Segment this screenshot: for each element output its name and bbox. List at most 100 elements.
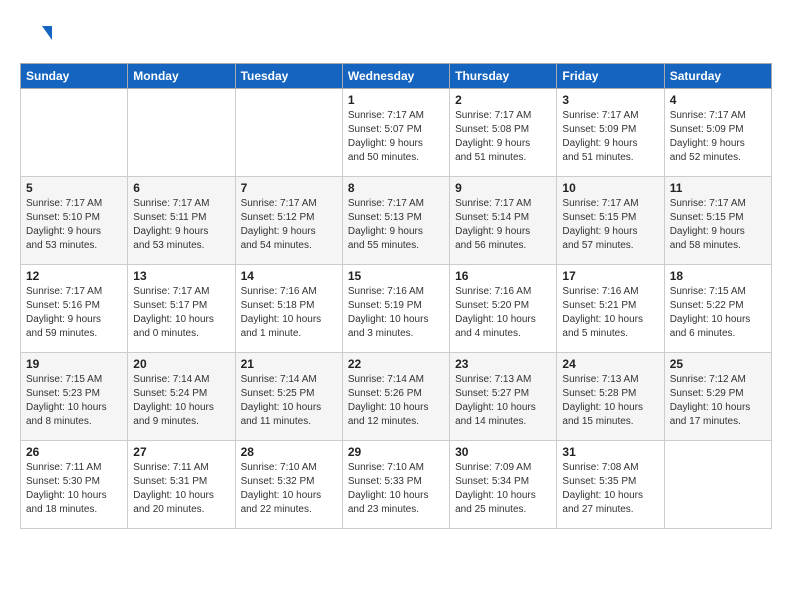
logo-icon xyxy=(20,20,52,57)
day-info: Sunrise: 7:17 AM Sunset: 5:09 PM Dayligh… xyxy=(670,109,766,165)
day-number: 17 xyxy=(562,269,658,283)
day-number: 19 xyxy=(26,357,122,371)
day-number: 28 xyxy=(241,445,337,459)
day-info: Sunrise: 7:16 AM Sunset: 5:18 PM Dayligh… xyxy=(241,285,337,341)
calendar-cell: 31 Sunrise: 7:08 AM Sunset: 5:35 PM Dayli… xyxy=(557,441,664,529)
calendar-cell: 7 Sunrise: 7:17 AM Sunset: 5:12 PM Daylig… xyxy=(235,177,342,265)
weekday-header-thursday: Thursday xyxy=(450,64,557,89)
day-number: 14 xyxy=(241,269,337,283)
day-info: Sunrise: 7:17 AM Sunset: 5:12 PM Dayligh… xyxy=(241,197,337,253)
calendar-cell xyxy=(21,89,128,177)
calendar-cell: 15Sunrise: 7:16 AM Sunset: 5:19 PM Dayli… xyxy=(342,265,449,353)
calendar-cell: 5Sunrise: 7:17 AM Sunset: 5:10 PM Daylig… xyxy=(21,177,128,265)
calendar-cell: 18 Sunrise: 7:15 AM Sunset: 5:22 PM Dayli… xyxy=(664,265,771,353)
day-info: Sunrise: 7:14 AM Sunset: 5:24 PM Dayligh… xyxy=(133,373,229,429)
calendar-cell: 29 Sunrise: 7:10 AM Sunset: 5:33 PM Dayli… xyxy=(342,441,449,529)
day-info: Sunrise: 7:14 AM Sunset: 5:25 PM Dayligh… xyxy=(241,373,337,429)
day-number: 21 xyxy=(241,357,337,371)
calendar-week-5: 26 Sunrise: 7:11 AM Sunset: 5:30 PM Dayli… xyxy=(21,441,772,529)
calendar-cell: 6 Sunrise: 7:17 AM Sunset: 5:11 PM Daylig… xyxy=(128,177,235,265)
day-info: Sunrise: 7:17 AM Sunset: 5:08 PM Dayligh… xyxy=(455,109,551,165)
day-info: Sunrise: 7:17 AM Sunset: 5:17 PM Dayligh… xyxy=(133,285,229,341)
calendar-cell: 4 Sunrise: 7:17 AM Sunset: 5:09 PM Daylig… xyxy=(664,89,771,177)
day-number: 31 xyxy=(562,445,658,459)
day-number: 8 xyxy=(348,181,444,195)
calendar-cell: 10 Sunrise: 7:17 AM Sunset: 5:15 PM Dayli… xyxy=(557,177,664,265)
calendar-cell: 25 Sunrise: 7:12 AM Sunset: 5:29 PM Dayli… xyxy=(664,353,771,441)
day-info: Sunrise: 7:17 AM Sunset: 5:07 PM Dayligh… xyxy=(348,109,444,165)
calendar-cell: 26 Sunrise: 7:11 AM Sunset: 5:30 PM Dayli… xyxy=(21,441,128,529)
day-number: 7 xyxy=(241,181,337,195)
calendar-cell: 3Sunrise: 7:17 AM Sunset: 5:09 PM Daylig… xyxy=(557,89,664,177)
day-number: 27 xyxy=(133,445,229,459)
day-info: Sunrise: 7:15 AM Sunset: 5:23 PM Dayligh… xyxy=(26,373,122,429)
calendar-cell: 21 Sunrise: 7:14 AM Sunset: 5:25 PM Dayli… xyxy=(235,353,342,441)
calendar-cell: 13Sunrise: 7:17 AM Sunset: 5:17 PM Dayli… xyxy=(128,265,235,353)
day-info: Sunrise: 7:10 AM Sunset: 5:33 PM Dayligh… xyxy=(348,461,444,517)
day-info: Sunrise: 7:17 AM Sunset: 5:15 PM Dayligh… xyxy=(670,197,766,253)
calendar-cell: 9 Sunrise: 7:17 AM Sunset: 5:14 PM Daylig… xyxy=(450,177,557,265)
header xyxy=(20,18,772,57)
day-info: Sunrise: 7:11 AM Sunset: 5:31 PM Dayligh… xyxy=(133,461,229,517)
day-info: Sunrise: 7:17 AM Sunset: 5:13 PM Dayligh… xyxy=(348,197,444,253)
day-number: 9 xyxy=(455,181,551,195)
weekday-header-friday: Friday xyxy=(557,64,664,89)
calendar-cell: 19 Sunrise: 7:15 AM Sunset: 5:23 PM Dayli… xyxy=(21,353,128,441)
calendar-cell xyxy=(664,441,771,529)
day-info: Sunrise: 7:17 AM Sunset: 5:15 PM Dayligh… xyxy=(562,197,658,253)
calendar-cell: 20 Sunrise: 7:14 AM Sunset: 5:24 PM Dayli… xyxy=(128,353,235,441)
day-number: 24 xyxy=(562,357,658,371)
calendar-cell: 2 Sunrise: 7:17 AM Sunset: 5:08 PM Daylig… xyxy=(450,89,557,177)
calendar-cell: 16 Sunrise: 7:16 AM Sunset: 5:20 PM Dayli… xyxy=(450,265,557,353)
day-info: Sunrise: 7:09 AM Sunset: 5:34 PM Dayligh… xyxy=(455,461,551,517)
calendar-cell: 11 Sunrise: 7:17 AM Sunset: 5:15 PM Dayli… xyxy=(664,177,771,265)
day-number: 25 xyxy=(670,357,766,371)
calendar-cell xyxy=(235,89,342,177)
day-number: 18 xyxy=(670,269,766,283)
weekday-header-wednesday: Wednesday xyxy=(342,64,449,89)
calendar-cell: 22Sunrise: 7:14 AM Sunset: 5:26 PM Dayli… xyxy=(342,353,449,441)
day-number: 16 xyxy=(455,269,551,283)
day-info: Sunrise: 7:15 AM Sunset: 5:22 PM Dayligh… xyxy=(670,285,766,341)
calendar-cell: 28 Sunrise: 7:10 AM Sunset: 5:32 PM Dayli… xyxy=(235,441,342,529)
calendar-cell: 23Sunrise: 7:13 AM Sunset: 5:27 PM Dayli… xyxy=(450,353,557,441)
day-number: 6 xyxy=(133,181,229,195)
day-info: Sunrise: 7:17 AM Sunset: 5:14 PM Dayligh… xyxy=(455,197,551,253)
day-info: Sunrise: 7:08 AM Sunset: 5:35 PM Dayligh… xyxy=(562,461,658,517)
calendar-cell: 1Sunrise: 7:17 AM Sunset: 5:07 PM Daylig… xyxy=(342,89,449,177)
day-info: Sunrise: 7:12 AM Sunset: 5:29 PM Dayligh… xyxy=(670,373,766,429)
day-info: Sunrise: 7:13 AM Sunset: 5:28 PM Dayligh… xyxy=(562,373,658,429)
calendar-cell xyxy=(128,89,235,177)
day-number: 23 xyxy=(455,357,551,371)
calendar-cell: 17Sunrise: 7:16 AM Sunset: 5:21 PM Dayli… xyxy=(557,265,664,353)
day-info: Sunrise: 7:16 AM Sunset: 5:20 PM Dayligh… xyxy=(455,285,551,341)
day-number: 20 xyxy=(133,357,229,371)
day-number: 3 xyxy=(562,93,658,107)
calendar-cell: 12 Sunrise: 7:17 AM Sunset: 5:16 PM Dayli… xyxy=(21,265,128,353)
calendar-table: SundayMondayTuesdayWednesdayThursdayFrid… xyxy=(20,63,772,529)
calendar-cell: 30Sunrise: 7:09 AM Sunset: 5:34 PM Dayli… xyxy=(450,441,557,529)
day-info: Sunrise: 7:11 AM Sunset: 5:30 PM Dayligh… xyxy=(26,461,122,517)
day-number: 10 xyxy=(562,181,658,195)
day-number: 12 xyxy=(26,269,122,283)
weekday-header-monday: Monday xyxy=(128,64,235,89)
calendar-week-2: 5Sunrise: 7:17 AM Sunset: 5:10 PM Daylig… xyxy=(21,177,772,265)
day-info: Sunrise: 7:17 AM Sunset: 5:11 PM Dayligh… xyxy=(133,197,229,253)
day-number: 22 xyxy=(348,357,444,371)
calendar-cell: 14 Sunrise: 7:16 AM Sunset: 5:18 PM Dayli… xyxy=(235,265,342,353)
day-number: 29 xyxy=(348,445,444,459)
day-number: 26 xyxy=(26,445,122,459)
day-number: 11 xyxy=(670,181,766,195)
weekday-header-tuesday: Tuesday xyxy=(235,64,342,89)
calendar-cell: 24 Sunrise: 7:13 AM Sunset: 5:28 PM Dayli… xyxy=(557,353,664,441)
calendar-cell: 8 Sunrise: 7:17 AM Sunset: 5:13 PM Daylig… xyxy=(342,177,449,265)
day-number: 2 xyxy=(455,93,551,107)
weekday-header-sunday: Sunday xyxy=(21,64,128,89)
page-container: SundayMondayTuesdayWednesdayThursdayFrid… xyxy=(0,0,792,539)
day-info: Sunrise: 7:17 AM Sunset: 5:16 PM Dayligh… xyxy=(26,285,122,341)
logo xyxy=(20,22,54,57)
day-info: Sunrise: 7:10 AM Sunset: 5:32 PM Dayligh… xyxy=(241,461,337,517)
day-number: 4 xyxy=(670,93,766,107)
weekday-header-row: SundayMondayTuesdayWednesdayThursdayFrid… xyxy=(21,64,772,89)
calendar-week-3: 12 Sunrise: 7:17 AM Sunset: 5:16 PM Dayli… xyxy=(21,265,772,353)
